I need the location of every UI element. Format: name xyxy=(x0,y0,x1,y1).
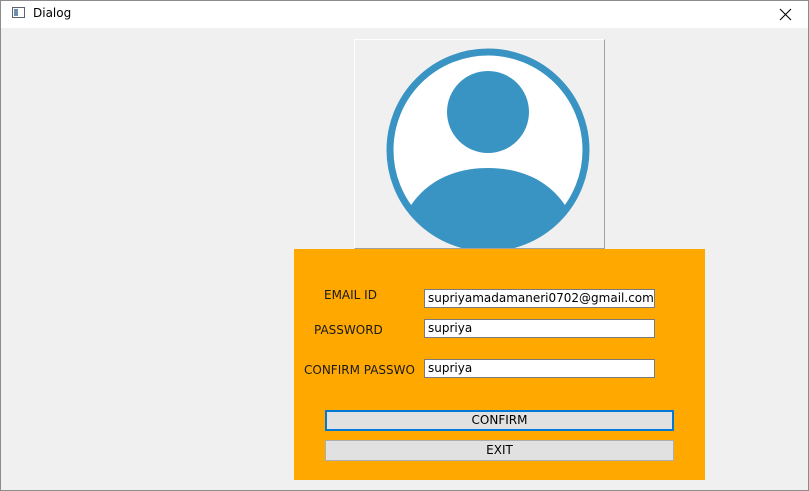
close-button[interactable] xyxy=(762,1,808,28)
confirm-password-label: CONFIRM PASSWORD xyxy=(304,363,416,377)
password-label: PASSWORD xyxy=(314,323,383,337)
password-field[interactable]: supriya xyxy=(424,319,655,338)
dialog-window: Dialog EMAIL ID supriyamadamaneri0702@gm… xyxy=(0,0,809,491)
confirm-password-field[interactable]: supriya xyxy=(424,359,655,378)
email-field[interactable]: supriyamadamaneri0702@gmail.com xyxy=(424,289,655,308)
close-icon xyxy=(779,8,792,21)
user-avatar-icon xyxy=(386,48,590,248)
confirm-button[interactable]: CONFIRM xyxy=(325,410,674,431)
exit-button[interactable]: EXIT xyxy=(325,440,674,461)
form-panel: EMAIL ID supriyamadamaneri0702@gmail.com… xyxy=(294,249,705,480)
email-label: EMAIL ID xyxy=(324,288,377,302)
window-icon xyxy=(12,7,25,18)
avatar-image xyxy=(354,39,605,249)
title-bar[interactable]: Dialog xyxy=(1,1,808,28)
window-title: Dialog xyxy=(33,6,72,20)
